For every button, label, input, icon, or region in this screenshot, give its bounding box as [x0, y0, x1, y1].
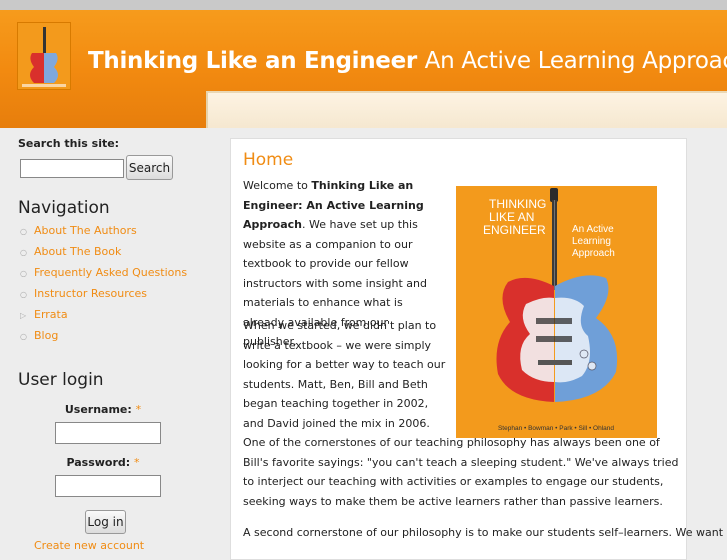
- nav-link[interactable]: About The Authors: [34, 224, 137, 237]
- circle-bullet-icon: ○: [20, 332, 27, 341]
- password-field[interactable]: [55, 475, 161, 497]
- cover-subtitle-line: Learning: [572, 236, 611, 247]
- create-account-link[interactable]: Create new account: [34, 539, 144, 552]
- main-content: Home Welcome to Thinking Like an Enginee…: [206, 128, 727, 560]
- site-header: Thinking Like an Engineer An Active Lear…: [0, 0, 727, 130]
- header-strip: [206, 91, 727, 130]
- circle-bullet-icon: ○: [20, 227, 27, 236]
- login-button[interactable]: Log in: [85, 510, 126, 534]
- search-input[interactable]: [20, 159, 124, 178]
- philosophy-paragraph: A second cornerstone of our philosophy i…: [243, 526, 724, 539]
- username-label-text: Username:: [64, 403, 132, 416]
- guitar-logo-icon: [18, 23, 70, 89]
- nav-link[interactable]: Blog: [34, 329, 58, 342]
- site-title[interactable]: Thinking Like an Engineer An Active Lear…: [88, 48, 727, 74]
- content-panel: Home Welcome to Thinking Like an Enginee…: [230, 138, 724, 560]
- nav-link[interactable]: Errata: [34, 308, 68, 321]
- search-button[interactable]: Search: [126, 155, 173, 180]
- cover-title-line: LIKE AN: [489, 210, 534, 224]
- cover-title-line: THINKING: [489, 197, 546, 211]
- circle-bullet-icon: ○: [20, 248, 27, 257]
- triangle-bullet-icon: ▷: [20, 311, 27, 320]
- password-label-text: Password:: [66, 456, 131, 469]
- circle-bullet-icon: ○: [20, 290, 27, 299]
- guitar-cover-icon: THINKING LIKE AN ENGINEER An Active Lear…: [456, 186, 657, 438]
- top-border: [0, 0, 727, 10]
- cover-title-line: ENGINEER: [483, 223, 546, 237]
- nav-link[interactable]: Instructor Resources: [34, 287, 147, 300]
- cover-subtitle-line: Approach: [572, 248, 615, 259]
- navigation-title: Navigation: [18, 198, 110, 218]
- nav-link[interactable]: About The Book: [34, 245, 121, 258]
- username-label: Username: *: [0, 403, 206, 416]
- book-cover-logo[interactable]: [17, 22, 71, 90]
- site-name[interactable]: Thinking Like an Engineer: [88, 48, 417, 74]
- circle-bullet-icon: ○: [20, 269, 27, 278]
- password-label: Password: *: [0, 456, 206, 469]
- search-label: Search this site:: [18, 137, 120, 150]
- cover-authors: Stephan • Bowman • Park • Sill • Ohland: [498, 425, 614, 432]
- book-cover-image: THINKING LIKE AN ENGINEER An Active Lear…: [456, 186, 657, 438]
- required-mark: *: [134, 456, 140, 469]
- page-title: Home: [243, 150, 294, 170]
- intro-text: Welcome to: [243, 179, 312, 192]
- site-slogan: An Active Learning Approach: [424, 48, 727, 74]
- sidebar: Search this site: Search Navigation ○ Abo…: [0, 128, 206, 552]
- username-field[interactable]: [55, 422, 161, 444]
- required-mark: *: [135, 403, 142, 416]
- nav-link[interactable]: Frequently Asked Questions: [34, 266, 187, 279]
- user-login-title: User login: [18, 370, 104, 390]
- cover-subtitle-line: An Active: [572, 224, 614, 235]
